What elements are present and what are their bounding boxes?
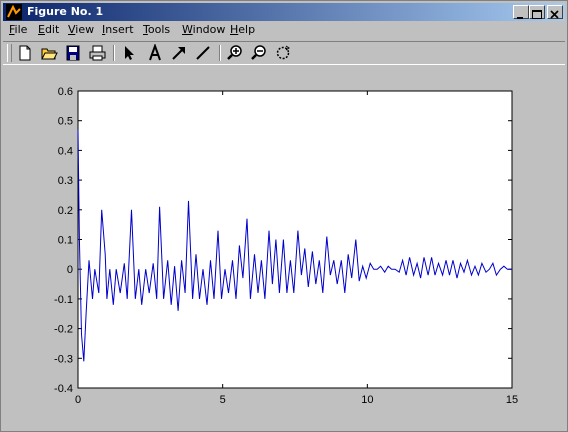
select-button[interactable] <box>119 44 139 62</box>
save-button[interactable] <box>63 44 83 62</box>
y-tick-label: -0.3 <box>54 353 73 365</box>
minimize-button[interactable] <box>513 5 529 19</box>
plot-area: -0.4 -0.3 -0.2 -0.1 0 0.1 0.2 0.3 0.4 0.5 0.6 0 5 10… <box>54 86 518 406</box>
open-button[interactable] <box>39 44 59 62</box>
x-tick-label: 10 <box>361 394 373 406</box>
menu-edit[interactable]: Edit <box>38 23 59 36</box>
rotate-icon <box>276 45 290 60</box>
toolbar-separator <box>219 45 221 61</box>
menu-help[interactable]: Help <box>230 23 255 36</box>
minimize-icon <box>517 17 523 19</box>
y-tick-label: 0.6 <box>58 86 73 98</box>
y-tick-label: -0.1 <box>54 294 73 306</box>
arrow-tool-icon <box>172 47 185 60</box>
y-tick-label: 0.5 <box>58 116 73 128</box>
menu-view[interactable]: View <box>68 23 94 36</box>
arrow-select-icon <box>125 46 134 60</box>
save-icon <box>66 45 80 61</box>
line-button[interactable] <box>193 44 213 62</box>
close-button[interactable] <box>547 5 563 19</box>
zoom-in-icon <box>227 45 242 60</box>
zoom-out-button[interactable] <box>249 44 269 62</box>
axes-box[interactable] <box>77 90 513 389</box>
y-tick-label: -0.4 <box>54 383 73 395</box>
maximize-button[interactable] <box>529 5 545 19</box>
y-tick-label: -0.2 <box>54 324 73 336</box>
x-tick-label: 0 <box>75 394 81 406</box>
print-button[interactable] <box>87 44 107 62</box>
menu-bar: File Edit View Insert Tools Window Help <box>3 22 565 40</box>
window-title: Figure No. 1 <box>27 5 104 18</box>
y-tick-label: 0.1 <box>58 235 73 247</box>
zoom-out-icon <box>251 45 266 60</box>
matlab-icon <box>6 4 22 20</box>
arrow-button[interactable] <box>169 44 189 62</box>
title-bar[interactable]: Figure No. 1 <box>3 3 565 21</box>
y-tick-label: 0 <box>67 264 73 276</box>
maximize-icon <box>532 10 542 19</box>
new-file-button[interactable] <box>15 44 35 62</box>
menu-tools[interactable]: Tools <box>143 23 170 36</box>
toolbar-separator <box>113 45 115 61</box>
zoom-in-button[interactable] <box>225 44 245 62</box>
y-tick-label: 0.4 <box>58 145 73 157</box>
text-tool-icon <box>149 44 161 61</box>
figure-window: Figure No. 1 File Edit View Insert Tools… <box>0 0 568 432</box>
rotate-button[interactable] <box>273 44 293 62</box>
text-button[interactable] <box>145 44 165 62</box>
x-tick-label: 5 <box>220 394 226 406</box>
menu-file[interactable]: File <box>9 23 27 36</box>
print-icon <box>89 45 106 61</box>
menu-window[interactable]: Window <box>182 23 225 36</box>
open-folder-icon <box>41 48 58 60</box>
y-tick-label: 0.2 <box>58 205 73 217</box>
close-icon <box>550 10 559 19</box>
toolbar-grip[interactable] <box>7 44 12 62</box>
menu-insert[interactable]: Insert <box>102 23 134 36</box>
y-tick-label: 0.3 <box>58 175 73 187</box>
line-tool-icon <box>196 46 210 60</box>
toolbar <box>3 41 565 65</box>
x-tick-label: 15 <box>506 394 518 406</box>
new-file-icon <box>19 45 31 61</box>
